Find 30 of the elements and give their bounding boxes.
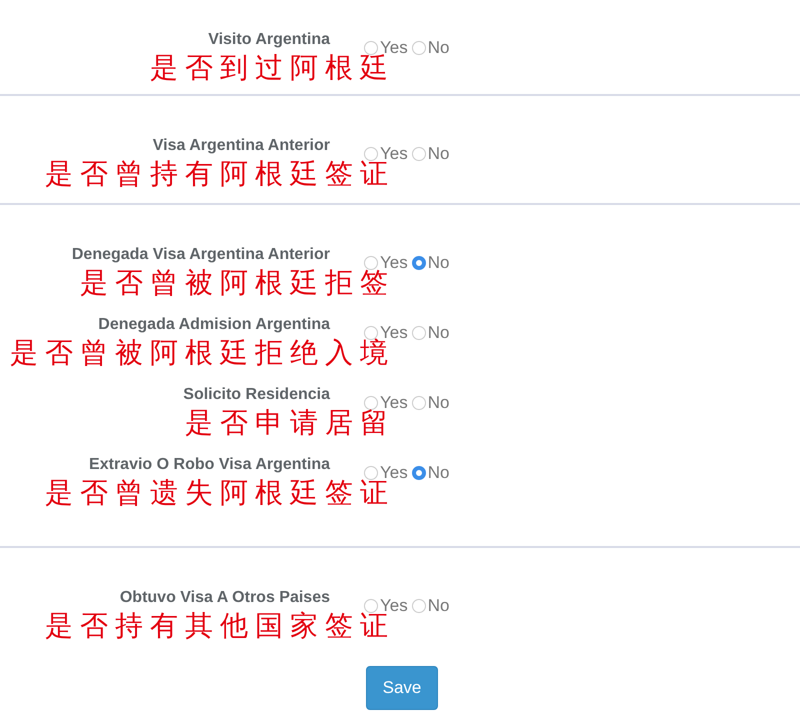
option-label[interactable]: No: [428, 393, 450, 413]
radio-button[interactable]: [412, 396, 426, 410]
option-label[interactable]: No: [428, 253, 450, 273]
radio-button[interactable]: [412, 466, 426, 480]
radio-button[interactable]: [364, 396, 378, 410]
question-label: Solicito Residencia: [183, 385, 330, 405]
option-label[interactable]: No: [428, 38, 450, 58]
question-label: Visa Argentina Anterior: [152, 136, 330, 156]
radio-button[interactable]: [412, 41, 426, 55]
question-label: Denegada Admision Argentina: [98, 315, 330, 335]
option-label[interactable]: Yes: [380, 253, 408, 273]
question-label: Extravio O Robo Visa Argentina: [89, 455, 330, 475]
question-label: Denegada Visa Argentina Anterior: [72, 245, 330, 265]
radio-button[interactable]: [412, 256, 426, 270]
radio-button[interactable]: [412, 147, 426, 161]
option-label[interactable]: No: [428, 463, 450, 483]
option-label[interactable]: No: [428, 596, 450, 616]
option-label[interactable]: No: [428, 144, 450, 164]
option-label[interactable]: No: [428, 323, 450, 343]
radio-button[interactable]: [364, 466, 378, 480]
radio-button[interactable]: [364, 147, 378, 161]
question-label: Obtuvo Visa A Otros Paises: [120, 588, 330, 608]
radio-button[interactable]: [364, 326, 378, 340]
radio-button[interactable]: [364, 256, 378, 270]
radio-button[interactable]: [412, 599, 426, 613]
radio-button[interactable]: [364, 599, 378, 613]
question-label: Visito Argentina: [208, 30, 330, 50]
radio-button[interactable]: [364, 41, 378, 55]
radio-button[interactable]: [412, 326, 426, 340]
save-button[interactable]: Save: [366, 666, 438, 710]
